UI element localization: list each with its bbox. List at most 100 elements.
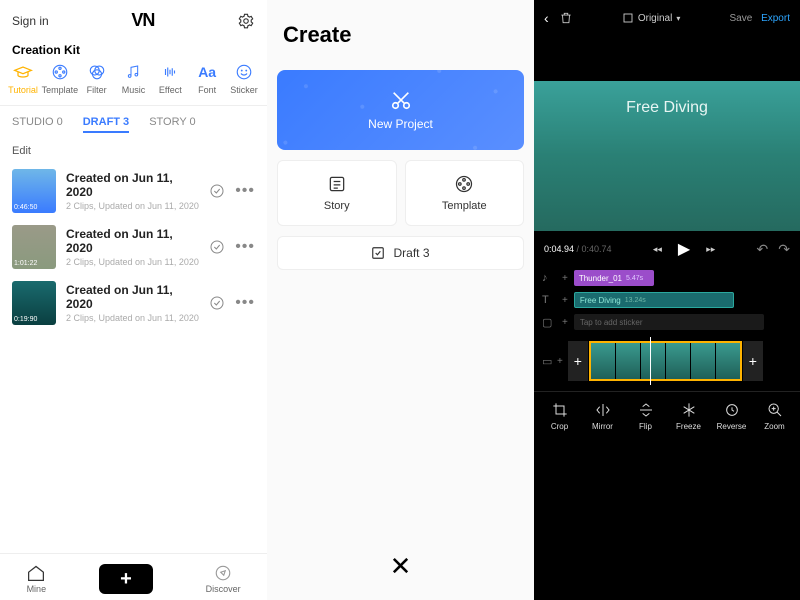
close-button[interactable]: ✕ [390, 551, 412, 582]
snowflake-icon [681, 402, 697, 418]
add-icon: + [562, 295, 568, 306]
draft-title: Created on Jun 11, 2020 [66, 171, 199, 199]
template-card[interactable]: Template [405, 160, 525, 226]
graduation-cap-icon [13, 63, 33, 81]
draft-item[interactable]: 0:19:90 Created on Jun 11, 20202 Clips, … [0, 275, 267, 331]
aspect-selector[interactable]: Original ▾ [622, 12, 680, 24]
story-card[interactable]: Story [277, 160, 397, 226]
aspect-icon [622, 12, 634, 24]
title-track[interactable]: T + Free Diving13.24s [534, 289, 800, 311]
save-button[interactable]: Save [730, 13, 753, 24]
playhead[interactable] [650, 337, 651, 385]
new-project-card[interactable]: New Project [277, 70, 524, 150]
project-tabs: STUDIO 0 DRAFT 3 STORY 0 [0, 106, 267, 139]
trash-icon[interactable] [559, 11, 573, 25]
share-icon[interactable] [209, 183, 225, 199]
draft-thumbnail: 0:19:90 [12, 281, 56, 325]
add-icon: + [562, 317, 568, 328]
reel-icon [50, 63, 70, 81]
draft-list: 0:46:50 Created on Jun 11, 2020 2 Clips, … [0, 163, 267, 553]
flip-icon [638, 402, 654, 418]
prev-frame-icon[interactable]: ◂◂ [653, 244, 662, 255]
image-icon: ▢ [542, 316, 558, 329]
play-icon[interactable]: ▶ [678, 239, 690, 259]
next-frame-icon[interactable]: ▸▸ [706, 244, 715, 255]
sign-in-link[interactable]: Sign in [12, 14, 49, 28]
tool-crop[interactable]: Crop [540, 402, 580, 431]
timeline-tracks: ♪+ Thunder_015.47s T+ Free Diving13.24s … [534, 267, 800, 337]
font-icon: Aa [197, 63, 217, 81]
video-preview[interactable]: Free Diving [534, 81, 800, 231]
settings-icon[interactable] [237, 12, 255, 30]
draft-subtitle: 2 Clips, Updated on Jun 11, 2020 [66, 313, 199, 323]
bottom-nav: Mine + Discover [0, 553, 267, 600]
tab-story[interactable]: STORY 0 [149, 116, 195, 133]
draft-subtitle: 2 Clips, Updated on Jun 11, 2020 [66, 201, 199, 211]
kit-filter[interactable]: Filter [80, 63, 114, 95]
tool-zoom[interactable]: Zoom [755, 402, 795, 431]
add-icon: + [562, 273, 568, 284]
app-logo: VN [131, 10, 154, 31]
add-clip-right[interactable]: + [743, 341, 763, 381]
preview-title-overlay: Free Diving [626, 99, 708, 117]
creation-kit-heading: Creation Kit [0, 37, 267, 63]
audio-track[interactable]: ♪+ Thunder_015.47s [534, 267, 800, 289]
mirror-icon [595, 402, 611, 418]
undo-icon[interactable]: ↶ [757, 241, 769, 258]
add-clip-left[interactable]: + [568, 341, 588, 381]
reel-icon [454, 174, 474, 194]
create-heading: Create [277, 0, 524, 70]
redo-icon[interactable]: ↷ [778, 241, 790, 258]
sticker-placeholder[interactable]: Tap to add sticker [574, 314, 764, 330]
draft-item[interactable]: 0:46:50 Created on Jun 11, 2020 2 Clips, … [0, 163, 267, 219]
create-panel: Create New Project Story Template Draft … [267, 0, 534, 600]
creation-kit-row: Tutorial Template Filter Music Effect Aa… [0, 63, 267, 106]
checkbox-icon [371, 246, 385, 260]
title-clip[interactable]: Free Diving13.24s [574, 292, 734, 308]
text-icon: T [542, 294, 558, 306]
audio-clip[interactable]: Thunder_015.47s [574, 270, 654, 286]
share-icon[interactable] [209, 295, 225, 311]
kit-tutorial[interactable]: Tutorial [6, 63, 40, 95]
new-project-button[interactable]: + [99, 564, 153, 594]
tool-mirror[interactable]: Mirror [583, 402, 623, 431]
draft-thumbnail: 1:01:22 [12, 225, 56, 269]
sticker-track[interactable]: ▢ + Tap to add sticker [534, 311, 800, 333]
draft-thumbnail: 0:46:50 [12, 169, 56, 213]
new-project-label: New Project [368, 117, 433, 131]
tool-flip[interactable]: Flip [626, 402, 666, 431]
tool-reverse[interactable]: Reverse [712, 402, 752, 431]
tool-freeze[interactable]: Freeze [669, 402, 709, 431]
kit-font[interactable]: AaFont [190, 63, 224, 95]
export-button[interactable]: Export [761, 13, 790, 24]
chevron-down-icon: ▾ [676, 14, 680, 23]
back-icon[interactable]: ‹ [544, 10, 549, 26]
current-time: 0:04.94 [544, 244, 574, 254]
playback-controls: 0:04.94 / 0:40.74 ◂◂ ▶ ▸▸ ↶ ↷ [534, 231, 800, 267]
video-icon: ▭ [542, 355, 558, 368]
more-icon[interactable]: ••• [235, 182, 255, 200]
tab-draft[interactable]: DRAFT 3 [83, 116, 129, 133]
crop-icon [552, 402, 568, 418]
plus-icon: + [120, 568, 132, 591]
share-icon[interactable] [209, 239, 225, 255]
kit-effect[interactable]: Effect [153, 63, 187, 95]
editor-panel: ‹ Original ▾ Save Export Free Diving 0:0… [534, 0, 800, 600]
clip-frames[interactable] [589, 341, 742, 381]
nav-mine[interactable]: Mine [26, 564, 46, 594]
editor-tools: Crop Mirror Flip Freeze Reverse Zoom [534, 391, 800, 439]
total-time: / 0:40.74 [574, 244, 612, 254]
close-icon: ✕ [390, 551, 412, 581]
kit-music[interactable]: Music [116, 63, 150, 95]
tab-studio[interactable]: STUDIO 0 [12, 116, 63, 133]
more-icon[interactable]: ••• [235, 294, 255, 312]
smile-icon [234, 63, 254, 81]
nav-discover[interactable]: Discover [206, 564, 241, 594]
kit-sticker[interactable]: Sticker [227, 63, 261, 95]
video-timeline[interactable]: ▭+ + + [534, 337, 800, 385]
more-icon[interactable]: ••• [235, 238, 255, 256]
zoom-icon [767, 402, 783, 418]
kit-template[interactable]: Template [43, 63, 77, 95]
draft-count-card[interactable]: Draft 3 [277, 236, 524, 270]
draft-item[interactable]: 1:01:22 Created on Jun 11, 20202 Clips, … [0, 219, 267, 275]
